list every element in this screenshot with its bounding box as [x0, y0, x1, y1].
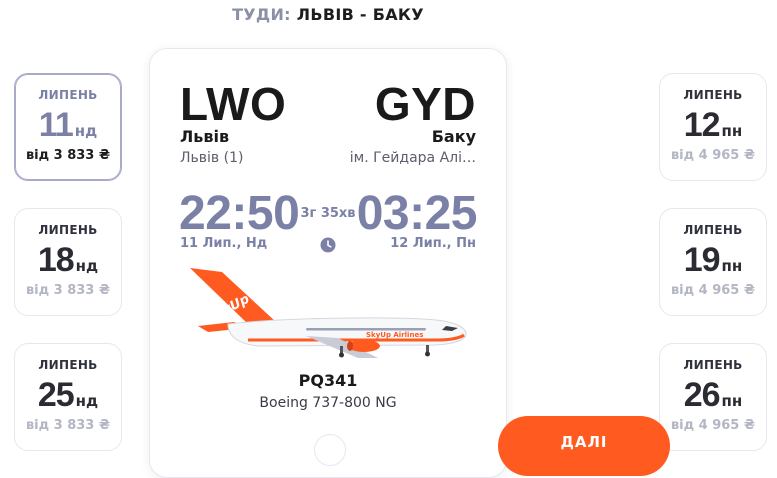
date-day: 12: [683, 106, 721, 144]
destination-airport: ім. Гейдара Алі…: [349, 150, 476, 166]
date-weekday: пн: [721, 257, 743, 275]
date-card-jul-11[interactable]: ЛИПЕНЬ 11 нд від 3 833 ₴: [14, 73, 122, 181]
origin-code: LWO: [180, 78, 287, 130]
route-header: ТУДИ: ЛЬВІВ - БАКУ: [0, 5, 656, 24]
date-price: від 4 965 ₴: [670, 283, 756, 298]
expand-toggle[interactable]: [314, 434, 346, 466]
date-price: від 3 833 ₴: [25, 283, 111, 298]
next-button[interactable]: ДАЛІ: [498, 416, 670, 476]
flight-number: PQ341: [298, 371, 358, 390]
date-month: ЛИПЕНЬ: [38, 358, 98, 372]
destination-code: GYD: [374, 78, 476, 130]
date-card-jul-19[interactable]: ЛИПЕНЬ 19 пн від 4 965 ₴: [659, 208, 767, 316]
date-day: 11: [38, 106, 74, 144]
airplane-image: SkyUp SkyUp Airlines: [190, 268, 467, 358]
date-card-jul-12[interactable]: ЛИПЕНЬ 12 пн від 4 965 ₴: [659, 73, 767, 181]
date-card-jul-18[interactable]: ЛИПЕНЬ 18 нд від 3 833 ₴: [14, 208, 122, 316]
direction-label: ТУДИ:: [232, 5, 291, 24]
date-month: ЛИПЕНЬ: [683, 223, 743, 237]
date-price: від 4 965 ₴: [670, 148, 756, 163]
date-weekday: нд: [75, 392, 99, 410]
departure-date: 11 Лип., Нд: [180, 236, 268, 251]
date-month: ЛИПЕНЬ: [683, 88, 743, 102]
date-weekday: нд: [74, 122, 98, 140]
date-month: ЛИПЕНЬ: [38, 88, 98, 102]
date-card-jul-25[interactable]: ЛИПЕНЬ 25 нд від 3 833 ₴: [14, 343, 122, 451]
date-weekday: пн: [721, 122, 743, 140]
arrival-date: 12 Лип., Пн: [390, 236, 476, 251]
route-cities: ЛЬВІВ - БАКУ: [296, 5, 424, 24]
date-weekday: нд: [75, 257, 99, 275]
clock-icon: [320, 237, 336, 253]
livery-text: SkyUp Airlines: [366, 331, 423, 339]
origin-city: Львів: [180, 127, 230, 146]
date-day: 26: [683, 376, 721, 414]
date-day: 19: [683, 241, 721, 279]
date-price: від 3 833 ₴: [25, 418, 111, 433]
date-day: 25: [37, 376, 75, 414]
date-price: від 4 965 ₴: [670, 418, 756, 433]
date-weekday: пн: [721, 392, 743, 410]
destination-city: Баку: [431, 127, 476, 146]
origin-airport: Львів (1): [180, 150, 244, 166]
date-month: ЛИПЕНЬ: [38, 223, 98, 237]
date-month: ЛИПЕНЬ: [683, 358, 743, 372]
date-card-jul-26[interactable]: ЛИПЕНЬ 26 пн від 4 965 ₴: [659, 343, 767, 451]
aircraft-type: Boeing 737-800 NG: [259, 395, 397, 411]
date-day: 18: [37, 241, 75, 279]
flight-card[interactable]: LWO GYD Львів Баку Львів (1) ім. Гейдара…: [149, 48, 507, 478]
flight-duration: 3г 35хв: [300, 206, 356, 221]
date-price: від 3 833 ₴: [25, 148, 111, 163]
